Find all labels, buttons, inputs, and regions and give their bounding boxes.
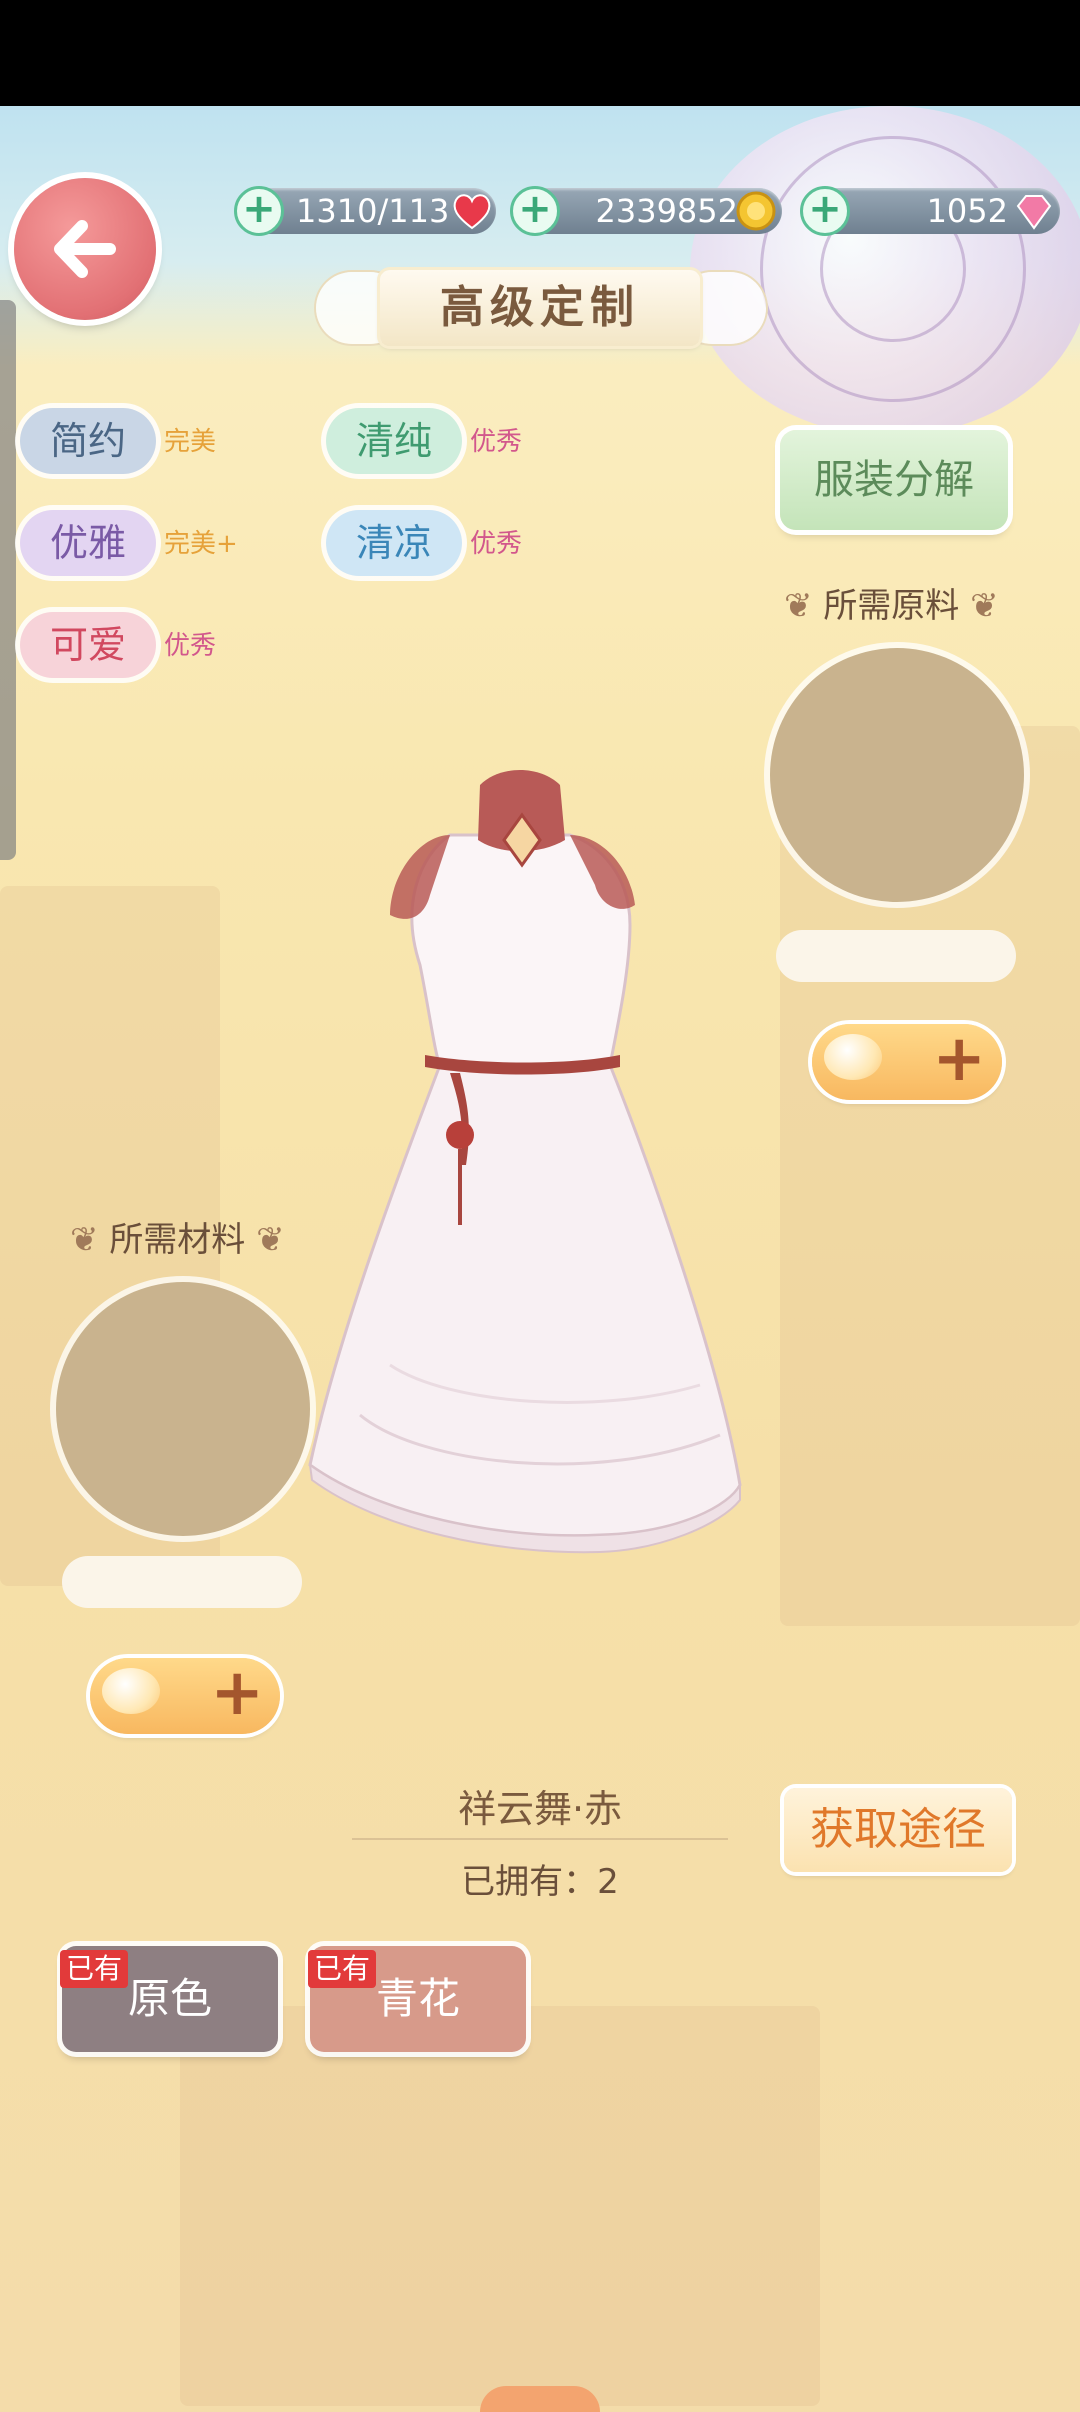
add-material-button[interactable]: + bbox=[90, 1658, 280, 1734]
dress-illustration bbox=[308, 770, 742, 1554]
style-chip-cool: 清凉 bbox=[326, 510, 462, 576]
decompose-button[interactable]: 服装分解 bbox=[780, 430, 1008, 530]
raw-material-label: ❦ 所需原料 ❦ bbox=[784, 584, 999, 628]
style-chip-elegant: 优雅 bbox=[20, 510, 156, 576]
owned-badge: 已有 bbox=[60, 1950, 129, 1988]
color-variant-bluewhite[interactable]: 青花 已有 bbox=[308, 1946, 526, 2052]
style-chip-cute: 可爱 bbox=[20, 612, 156, 678]
add-gold-button[interactable]: + bbox=[510, 186, 560, 236]
material-label: ❦ 所需材料 ❦ bbox=[70, 1218, 285, 1262]
plus-icon: + bbox=[932, 1022, 986, 1096]
item-divider bbox=[352, 1838, 728, 1840]
material-label-text: 所需材料 bbox=[109, 1220, 246, 1260]
bottom-ornament bbox=[480, 2386, 600, 2412]
material-count-bar bbox=[62, 1556, 302, 1608]
owned-badge: 已有 bbox=[308, 1950, 377, 1988]
side-drawer-handle[interactable] bbox=[0, 300, 16, 860]
raw-material-label-text: 所需原料 bbox=[823, 586, 960, 626]
style-chip-pure: 清纯 bbox=[326, 408, 462, 474]
style-chip-simple: 简约 bbox=[20, 408, 156, 474]
get-source-button[interactable]: 获取途径 bbox=[784, 1788, 1012, 1872]
style-grade-cute: 优秀 bbox=[164, 631, 217, 661]
color-variant-original[interactable]: 原色 已有 bbox=[60, 1946, 278, 2052]
item-name: 祥云舞·赤 bbox=[457, 1787, 623, 1831]
page-title: 高级定制 bbox=[440, 282, 640, 333]
raw-material-count-bar bbox=[776, 930, 1016, 982]
style-grade-cool: 优秀 bbox=[470, 529, 523, 559]
diamond-icon bbox=[1016, 195, 1052, 230]
gold-coin-icon bbox=[736, 191, 776, 231]
material-slot[interactable] bbox=[56, 1282, 310, 1536]
background-bus bbox=[180, 2006, 820, 2406]
stamina-value: 1310/113 bbox=[296, 192, 450, 230]
owned-count: 已拥有：2 bbox=[461, 1862, 619, 1902]
glow-highlight bbox=[824, 1034, 882, 1080]
leaf-icon: ❦ bbox=[70, 1220, 99, 1260]
style-grade-simple: 完美 bbox=[164, 427, 217, 457]
add-diamond-button[interactable]: + bbox=[800, 186, 850, 236]
status-bar bbox=[0, 0, 1080, 106]
arrow-left-icon bbox=[54, 220, 116, 278]
plus-icon: + bbox=[210, 1656, 264, 1730]
gold-value: 2339852 bbox=[595, 192, 738, 230]
diamond-value: 1052 bbox=[926, 192, 1008, 230]
raw-material-slot[interactable] bbox=[770, 648, 1024, 902]
leaf-icon: ❦ bbox=[256, 1220, 285, 1260]
heart-icon bbox=[453, 194, 491, 230]
glow-highlight bbox=[102, 1668, 160, 1714]
style-grade-elegant: 完美+ bbox=[164, 529, 238, 559]
leaf-icon: ❦ bbox=[784, 586, 813, 626]
add-stamina-button[interactable]: + bbox=[234, 186, 284, 236]
back-button[interactable] bbox=[14, 178, 156, 320]
title-plate: 高级定制 bbox=[380, 270, 700, 346]
add-raw-material-button[interactable]: + bbox=[812, 1024, 1002, 1100]
style-grade-pure: 优秀 bbox=[470, 427, 523, 457]
leaf-icon: ❦ bbox=[970, 586, 999, 626]
